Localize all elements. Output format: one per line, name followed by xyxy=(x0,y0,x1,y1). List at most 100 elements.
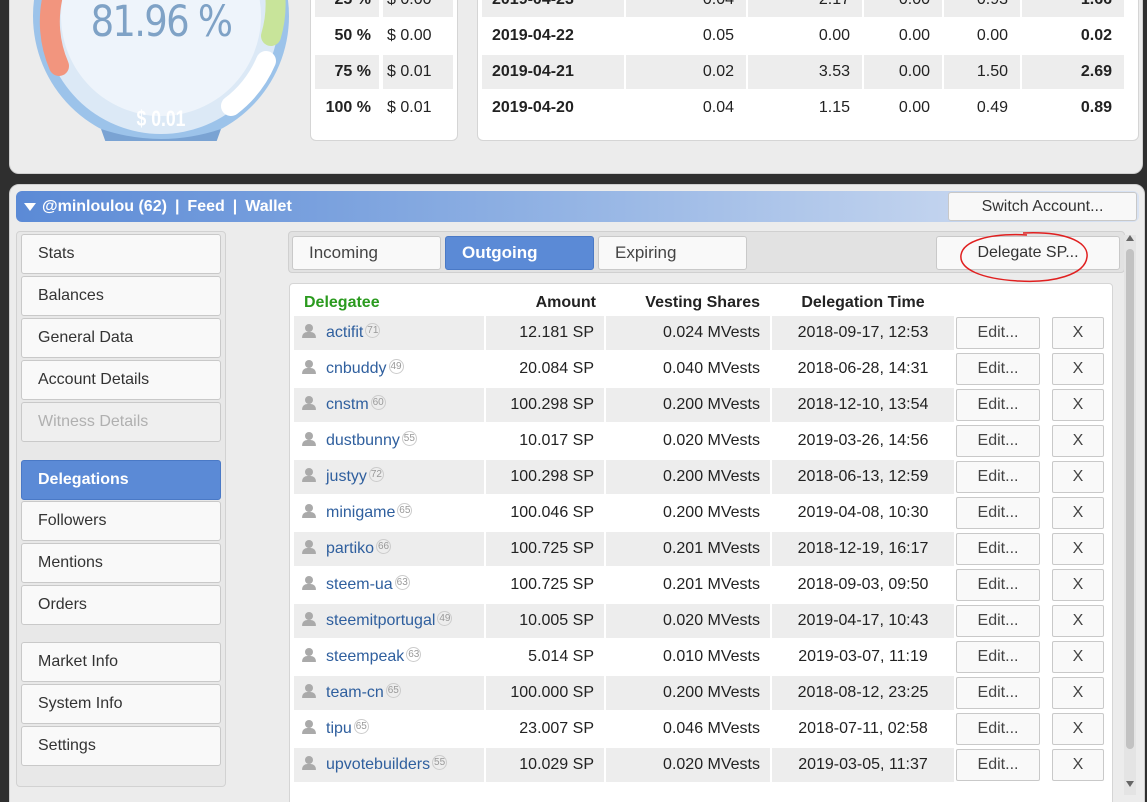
sidebar-item-orders[interactable]: Orders xyxy=(21,585,221,625)
delegatee-link[interactable]: steempeak xyxy=(326,648,404,665)
edit-button[interactable]: Edit... xyxy=(956,389,1040,421)
edit-button[interactable]: Edit... xyxy=(956,677,1040,709)
reputation-badge: 55 xyxy=(401,431,417,446)
tab-incoming[interactable]: Incoming xyxy=(292,236,441,270)
delegation-tabs: Incoming Outgoing Expiring Delegate SP..… xyxy=(288,231,1125,273)
delegatee-link[interactable]: steem-ua xyxy=(326,576,393,593)
scroll-thumb[interactable] xyxy=(1126,249,1134,749)
col-delegation-time[interactable]: Delegation Time xyxy=(770,294,956,312)
sidebar-item-account-details[interactable]: Account Details xyxy=(21,360,221,400)
reputation-badge: 49 xyxy=(388,359,404,374)
col-amount[interactable]: Amount xyxy=(486,294,606,312)
remove-button[interactable]: X xyxy=(1052,389,1104,421)
feed-link[interactable]: Feed xyxy=(187,198,224,215)
remove-button[interactable]: X xyxy=(1052,569,1104,601)
history-row: 2019-04-22 0.05 0.00 0.00 0.00 0.02 xyxy=(482,18,1134,54)
remove-button[interactable]: X xyxy=(1052,677,1104,709)
delegatee-link[interactable]: dustbunny xyxy=(326,432,400,449)
scroll-up-arrow-icon[interactable] xyxy=(1126,235,1134,241)
sidebar-item-balances[interactable]: Balances xyxy=(21,276,221,316)
edit-button[interactable]: Edit... xyxy=(956,641,1040,673)
scrollbar[interactable] xyxy=(1124,235,1136,795)
user-icon xyxy=(302,648,316,662)
remove-button[interactable]: X xyxy=(1052,461,1104,493)
user-icon xyxy=(302,576,316,590)
sidebar-item-mentions[interactable]: Mentions xyxy=(21,543,221,583)
delegatee-link[interactable]: upvotebuilders xyxy=(326,756,430,773)
history-date: 2019-04-20 xyxy=(482,91,624,125)
remove-button[interactable]: X xyxy=(1052,317,1104,349)
edit-button[interactable]: Edit... xyxy=(956,497,1040,529)
edit-button[interactable]: Edit... xyxy=(956,749,1040,781)
remove-button[interactable]: X xyxy=(1052,749,1104,781)
edit-button[interactable]: Edit... xyxy=(956,425,1040,457)
edit-cell: Edit... xyxy=(956,460,1050,494)
user-icon xyxy=(302,504,316,518)
vesting-cell: 0.020 MVests xyxy=(606,748,770,782)
scroll-down-arrow-icon[interactable] xyxy=(1126,781,1134,787)
edit-button[interactable]: Edit... xyxy=(956,605,1040,637)
sidebar-item-market-info[interactable]: Market Info xyxy=(21,642,221,682)
remove-button[interactable]: X xyxy=(1052,533,1104,565)
edit-cell: Edit... xyxy=(956,532,1050,566)
tab-outgoing[interactable]: Outgoing xyxy=(445,236,594,270)
edit-cell: Edit... xyxy=(956,748,1050,782)
vote-value: $ 0.01 xyxy=(136,106,186,131)
delegate-sp-button[interactable]: Delegate SP... xyxy=(936,236,1120,270)
wallet-link[interactable]: Wallet xyxy=(245,198,292,215)
delegatee-link[interactable]: cnstm xyxy=(326,396,369,413)
edit-cell: Edit... xyxy=(956,676,1050,710)
collapse-arrow-icon[interactable] xyxy=(24,202,36,211)
amount-cell: 23.007 SP xyxy=(486,712,604,746)
delegatee-link[interactable]: steemitportugal xyxy=(326,612,435,629)
delegatee-link[interactable]: minigame xyxy=(326,504,395,521)
sidebar-item-stats[interactable]: Stats xyxy=(21,234,221,274)
delegatee-link[interactable]: justyy xyxy=(326,468,367,485)
edit-button[interactable]: Edit... xyxy=(956,713,1040,745)
edit-button[interactable]: Edit... xyxy=(956,353,1040,385)
vote-pct: 50 % xyxy=(315,19,379,53)
col-delegatee[interactable]: Delegatee xyxy=(290,294,486,312)
account-name-link[interactable]: @minloulou (62) xyxy=(42,198,167,215)
tab-expiring[interactable]: Expiring xyxy=(598,236,747,270)
col-vesting-shares[interactable]: Vesting Shares xyxy=(606,294,770,312)
remove-button[interactable]: X xyxy=(1052,425,1104,457)
delegatee-link[interactable]: cnbuddy xyxy=(326,360,387,377)
delegatee-link[interactable]: team-cn xyxy=(326,684,384,701)
time-cell: 2019-03-26, 14:56 xyxy=(772,424,954,458)
time-cell: 2018-09-17, 12:53 xyxy=(772,316,954,350)
switch-account-button[interactable]: Switch Account... xyxy=(948,192,1137,221)
time-cell: 2018-12-19, 16:17 xyxy=(772,532,954,566)
account-title: @minloulou (62) | Feed | Wallet xyxy=(24,191,292,222)
delegatee-cell: steemitportugal 49 xyxy=(294,604,484,638)
remove-button[interactable]: X xyxy=(1052,497,1104,529)
sidebar-item-settings[interactable]: Settings xyxy=(21,726,221,766)
user-icon xyxy=(302,468,316,482)
delegatee-link[interactable]: partiko xyxy=(326,540,374,557)
remove-button[interactable]: X xyxy=(1052,713,1104,745)
time-cell: 2018-07-11, 02:58 xyxy=(772,712,954,746)
table-row: actifit 71 12.181 SP 0.024 MVests 2018-09-17… xyxy=(290,315,1112,351)
sidebar-item-general-data[interactable]: General Data xyxy=(21,318,221,358)
edit-button[interactable]: Edit... xyxy=(956,461,1040,493)
amount-cell: 100.725 SP xyxy=(486,568,604,602)
time-cell: 2018-09-03, 09:50 xyxy=(772,568,954,602)
delegatee-link[interactable]: tipu xyxy=(326,720,352,737)
sidebar-item-followers[interactable]: Followers xyxy=(21,501,221,541)
delegatee-cell: steem-ua 63 xyxy=(294,568,484,602)
edit-button[interactable]: Edit... xyxy=(956,533,1040,565)
edit-button[interactable]: Edit... xyxy=(956,569,1040,601)
edit-cell: Edit... xyxy=(956,316,1050,350)
remove-button[interactable]: X xyxy=(1052,641,1104,673)
remove-button[interactable]: X xyxy=(1052,605,1104,637)
sidebar-item-delegations[interactable]: Delegations xyxy=(21,460,221,500)
remove-cell: X xyxy=(1052,388,1104,422)
account-panel: @minloulou (62) | Feed | Wallet Switch Accou… xyxy=(9,184,1145,802)
delegatee-link[interactable]: actifit xyxy=(326,324,363,341)
sidebar-item-system-info[interactable]: System Info xyxy=(21,684,221,724)
time-cell: 2018-06-13, 12:59 xyxy=(772,460,954,494)
edit-button[interactable]: Edit... xyxy=(956,317,1040,349)
remove-button[interactable]: X xyxy=(1052,353,1104,385)
sidebar-item-witness-details: Witness Details xyxy=(21,402,221,442)
delegatee-cell: actifit 71 xyxy=(294,316,484,350)
